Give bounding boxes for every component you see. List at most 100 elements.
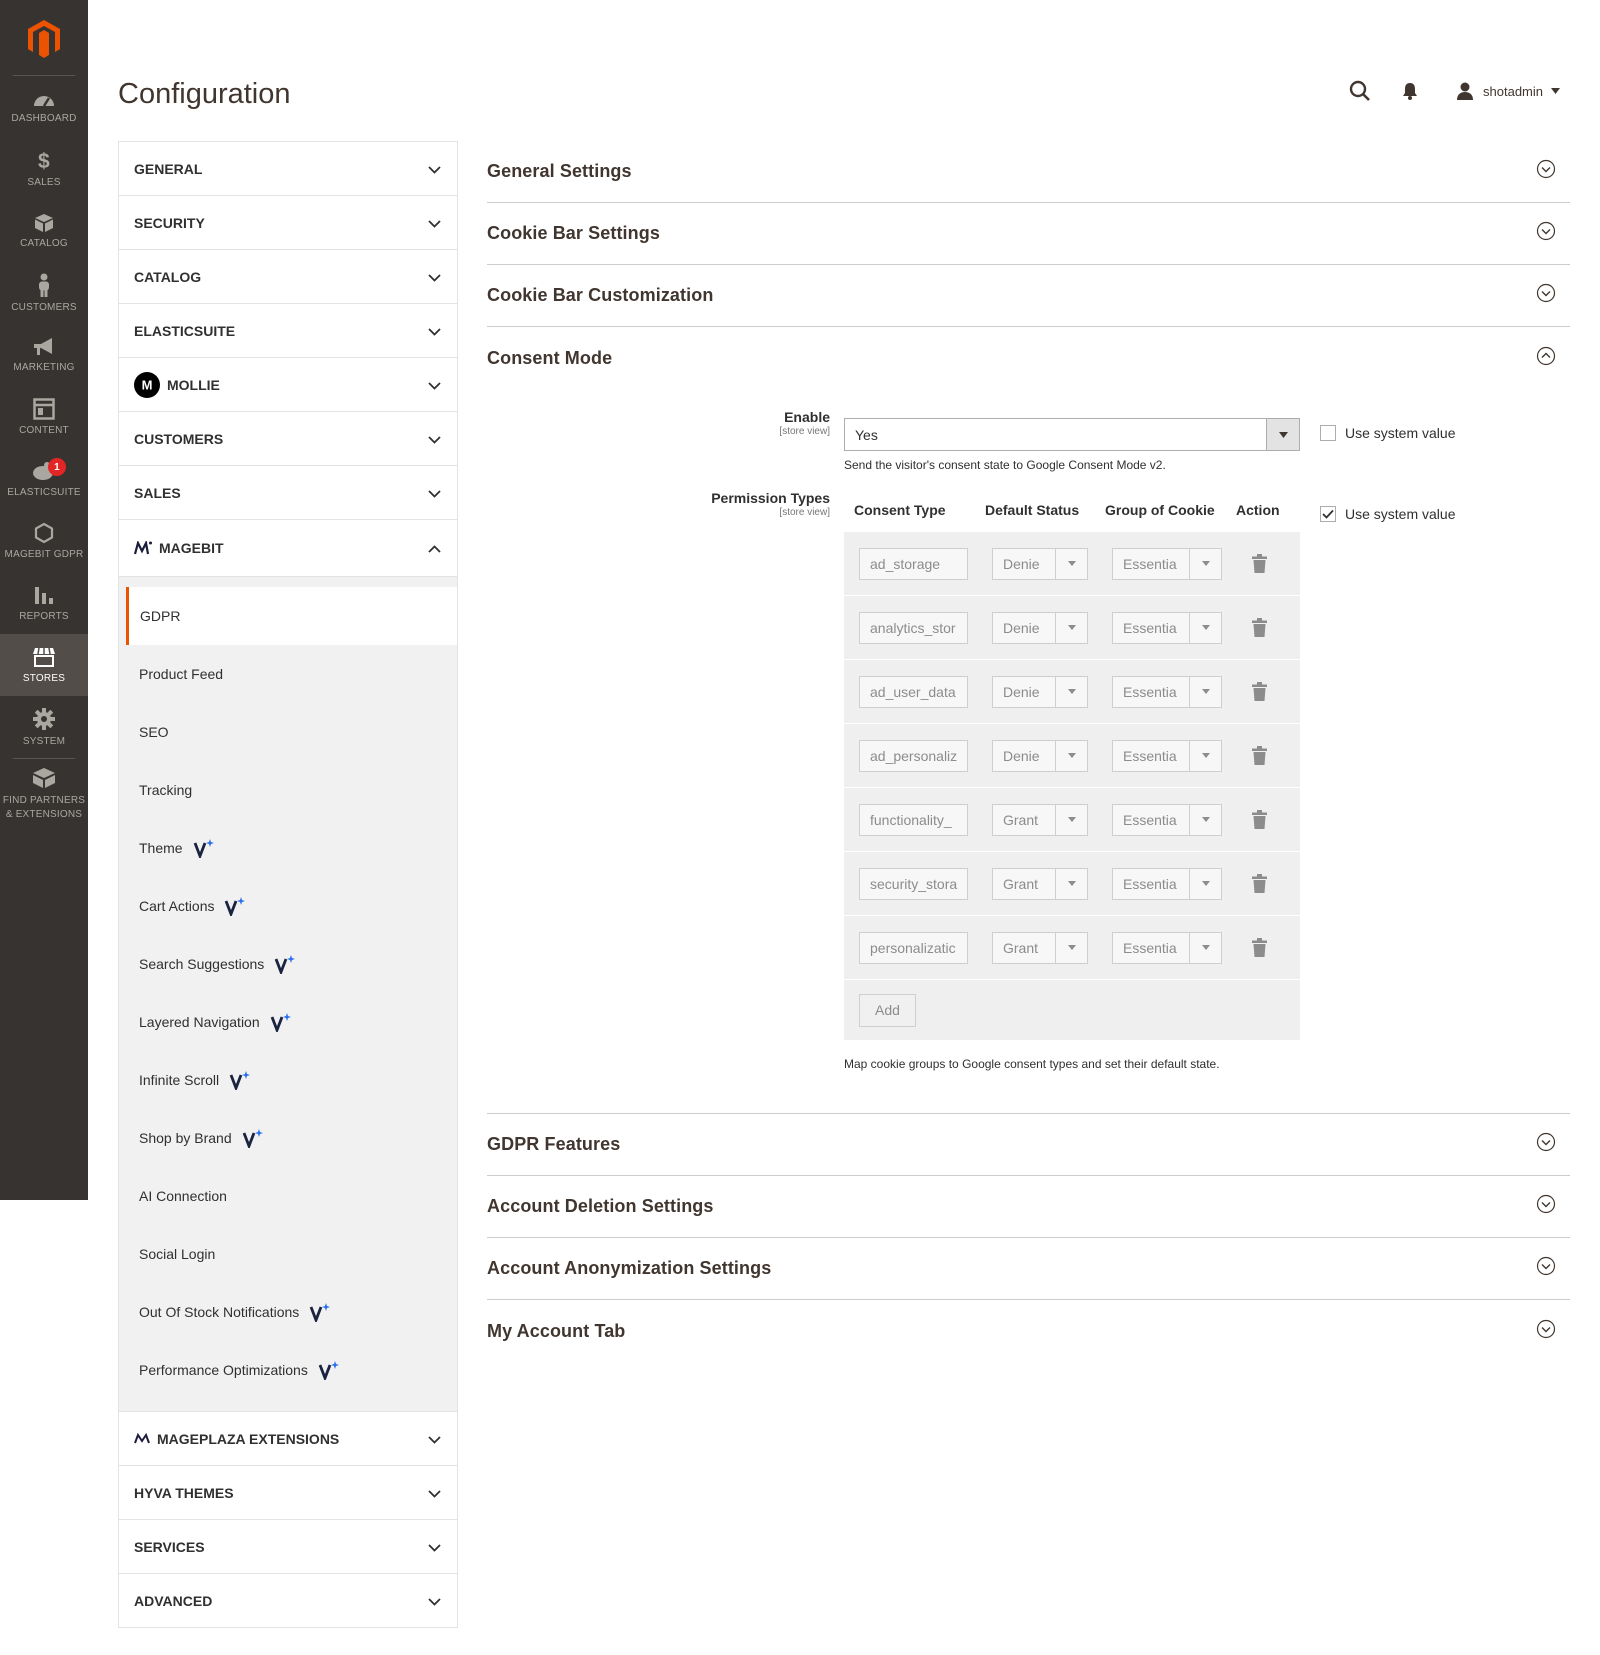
partners-icon xyxy=(32,767,56,794)
section-cookie-bar-customization[interactable]: Cookie Bar Customization xyxy=(487,265,1570,327)
sub-item-tracking[interactable]: Tracking xyxy=(119,761,457,819)
section-cookie-bar-settings[interactable]: Cookie Bar Settings xyxy=(487,203,1570,265)
selected-value: Essentia xyxy=(1123,939,1177,956)
selected-value: Denie xyxy=(1003,747,1040,764)
section-title: Consent Mode xyxy=(487,347,613,368)
sub-item-ai-connection[interactable]: AI Connection xyxy=(119,1167,457,1225)
section-account-anonymization[interactable]: Account Anonymization Settings xyxy=(487,1238,1570,1300)
admin-menu-catalog[interactable]: Catalog xyxy=(0,200,88,262)
select-arrow-icon xyxy=(1055,740,1087,771)
bar-chart-icon xyxy=(33,584,55,611)
select-arrow-icon xyxy=(1189,804,1221,835)
sub-item-social-login[interactable]: Social Login xyxy=(119,1225,457,1283)
menu-label: Find Partners xyxy=(2,794,86,806)
selected-value: Essentia xyxy=(1123,811,1177,828)
chevron-down-icon xyxy=(428,323,441,339)
admin-menu-marketing[interactable]: Marketing xyxy=(0,324,88,386)
permission-types-label: Permission Types [store view] xyxy=(630,490,830,518)
chevron-down-icon xyxy=(428,215,441,231)
sub-item-theme[interactable]: Theme xyxy=(119,819,457,877)
default-status-select: Grant xyxy=(992,867,1088,900)
cookie-group-select: Essentia xyxy=(1112,803,1222,836)
sub-item-label: Shop by Brand xyxy=(139,1130,232,1146)
tab-magebit[interactable]: MAGEBIT xyxy=(119,520,457,577)
sub-item-gdpr[interactable]: GDPR xyxy=(126,587,457,645)
tab-mageplaza[interactable]: MAGEPLAZA EXTENSIONS xyxy=(119,1412,457,1466)
trash-icon xyxy=(1252,682,1267,701)
section-general-settings[interactable]: General Settings xyxy=(487,141,1570,203)
select-arrow-icon xyxy=(1189,932,1221,963)
user-icon xyxy=(1457,82,1474,100)
sub-item-label: Infinite Scroll xyxy=(139,1072,220,1088)
chevron-down-icon xyxy=(428,1593,441,1609)
v-badge-icon xyxy=(270,1012,292,1032)
sub-item-seo[interactable]: SEO xyxy=(119,703,457,761)
add-button[interactable]: Add xyxy=(859,993,916,1027)
tab-general[interactable]: GENERAL xyxy=(119,142,457,196)
sub-item-performance-optimizations[interactable]: Performance Optimizations xyxy=(119,1341,457,1399)
sub-item-product-feed[interactable]: Product Feed xyxy=(119,645,457,703)
admin-menu-sales[interactable]: $ Sales xyxy=(0,138,88,200)
mollie-logo-icon: m xyxy=(134,371,160,398)
svg-text:$: $ xyxy=(38,150,50,172)
magento-logo[interactable] xyxy=(13,0,75,76)
admin-menu-elasticsuite[interactable]: Elasticsuite 1 xyxy=(0,448,88,510)
sub-item-label: Performance Optimizations xyxy=(139,1362,308,1378)
admin-menu-customers[interactable]: Customers xyxy=(0,262,88,324)
section-title: Account Anonymization Settings xyxy=(487,1258,772,1278)
section-account-deletion[interactable]: Account Deletion Settings xyxy=(487,1176,1570,1238)
sub-item-label: Theme xyxy=(139,840,183,856)
label-text: Permission Types xyxy=(711,490,830,506)
admin-menu-stores[interactable]: Stores xyxy=(0,634,88,696)
expand-circle-icon xyxy=(1536,1256,1556,1281)
enable-use-system-value[interactable]: Use system value xyxy=(1320,425,1455,441)
bell-icon[interactable] xyxy=(1401,81,1419,101)
add-row-area: Add xyxy=(844,980,1300,1040)
checkbox-checked[interactable] xyxy=(1320,506,1336,522)
selected-value: Essentia xyxy=(1123,555,1177,572)
sub-item-layered-navigation[interactable]: Layered Navigation xyxy=(119,993,457,1051)
tab-customers[interactable]: CUSTOMERS xyxy=(119,412,457,466)
admin-menu-reports[interactable]: Reports xyxy=(0,572,88,634)
enable-select[interactable]: Yes xyxy=(844,418,1300,451)
select-arrow-icon xyxy=(1189,676,1221,707)
sub-item-cart-actions[interactable]: Cart Actions xyxy=(119,877,457,935)
admin-menu-dashboard[interactable]: Dashboard xyxy=(0,76,88,138)
sub-item-label: Tracking xyxy=(139,782,193,798)
sub-item-shop-by-brand[interactable]: Shop by Brand xyxy=(119,1109,457,1167)
tab-elasticsuite[interactable]: ELASTICSUITE xyxy=(119,304,457,358)
tab-services[interactable]: SERVICES xyxy=(119,1520,457,1574)
tab-hyva[interactable]: HYVA THEMES xyxy=(119,1466,457,1520)
selected-value: Denie xyxy=(1003,619,1040,636)
tab-catalog[interactable]: CATALOG xyxy=(119,250,457,304)
tab-security[interactable]: SECURITY xyxy=(119,196,457,250)
admin-menu-system[interactable]: System xyxy=(0,696,88,758)
label-text: Enable xyxy=(784,409,830,425)
checkbox[interactable] xyxy=(1320,425,1336,441)
section-gdpr-features[interactable]: GDPR Features xyxy=(487,1114,1570,1176)
layout-icon xyxy=(33,398,55,425)
tab-label: ADVANCED xyxy=(134,1592,213,1609)
section-my-account-tab[interactable]: My Account Tab xyxy=(487,1300,1570,1362)
gear-icon xyxy=(32,707,56,736)
admin-menu-magebit-gdpr[interactable]: Magebit GDPR xyxy=(0,510,88,572)
user-account-menu[interactable]: shotadmin xyxy=(1455,81,1560,101)
tab-sales[interactable]: SALES xyxy=(119,466,457,520)
search-icon[interactable] xyxy=(1349,80,1371,102)
use-system-label: Use system value xyxy=(1345,425,1456,441)
tab-advanced[interactable]: ADVANCED xyxy=(119,1574,457,1628)
svg-text:m: m xyxy=(142,377,153,392)
scope-text: [store view] xyxy=(779,507,830,518)
sub-item-out-of-stock-notifications[interactable]: Out Of Stock Notifications xyxy=(119,1283,457,1341)
username: shotadmin xyxy=(1483,83,1543,99)
section-consent-mode[interactable]: Consent Mode xyxy=(487,327,1570,389)
sub-item-search-suggestions[interactable]: Search Suggestions xyxy=(119,935,457,993)
cookie-group-select: Essentia xyxy=(1112,675,1222,708)
sub-item-infinite-scroll[interactable]: Infinite Scroll xyxy=(119,1051,457,1109)
admin-menu-content[interactable]: Content xyxy=(0,386,88,448)
chevron-up-icon xyxy=(428,540,441,556)
section-title: GDPR Features xyxy=(487,1134,621,1154)
tab-mollie[interactable]: m MOLLIE xyxy=(119,358,457,412)
perm-use-system-value[interactable]: Use system value xyxy=(1320,506,1455,522)
admin-menu-find-partners[interactable]: Find Partners & Extensions xyxy=(0,759,88,829)
